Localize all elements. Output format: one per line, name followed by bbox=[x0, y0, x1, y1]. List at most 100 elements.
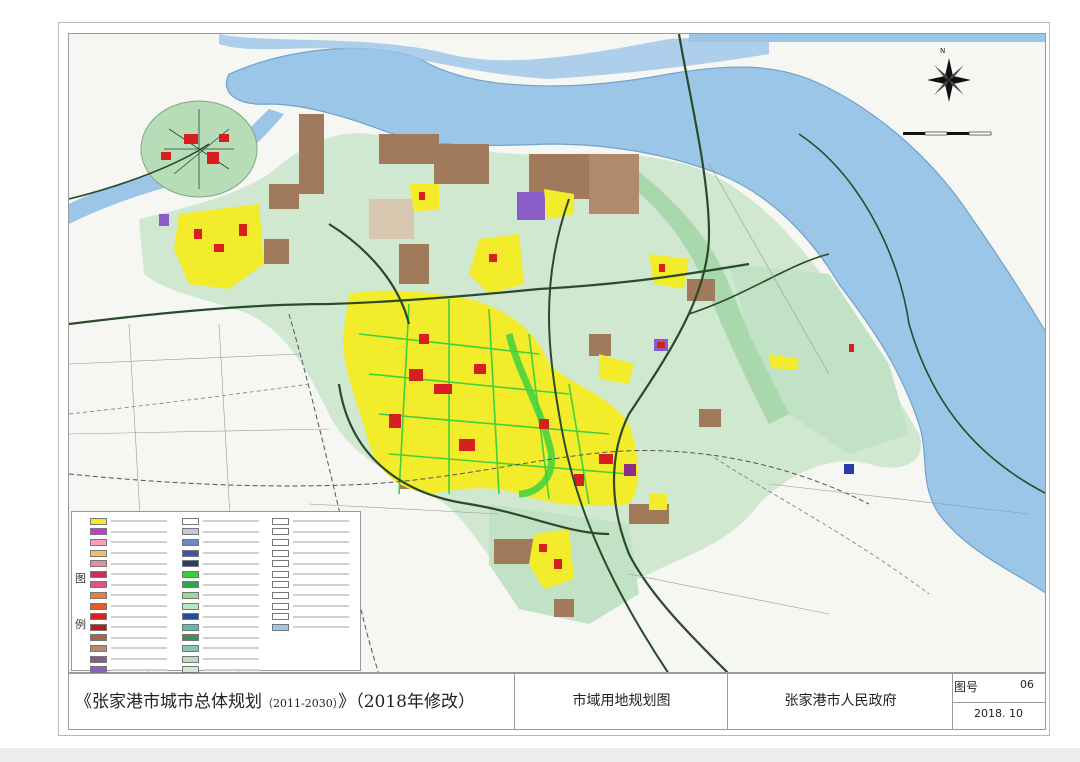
organization-name: 张家港市人民政府 bbox=[784, 693, 897, 709]
legend-swatch bbox=[272, 517, 289, 525]
legend-text-placeholder bbox=[203, 605, 259, 608]
legend-swatch bbox=[182, 623, 199, 631]
central-commercial bbox=[599, 454, 613, 464]
legend-swatch bbox=[272, 549, 289, 557]
island-red-block bbox=[219, 134, 229, 142]
legend-swatch bbox=[272, 623, 289, 631]
legend-item bbox=[272, 601, 349, 612]
legend-swatch bbox=[272, 528, 289, 536]
legend-column bbox=[272, 516, 349, 633]
legend-item bbox=[90, 601, 167, 612]
organization-cell: 张家港市人民政府 bbox=[728, 674, 953, 729]
legend-item bbox=[272, 548, 349, 559]
legend-swatch bbox=[182, 602, 199, 610]
legend-item bbox=[272, 590, 349, 601]
legend-text-placeholder bbox=[203, 520, 259, 523]
legend-text-placeholder bbox=[293, 626, 349, 629]
central-commercial bbox=[539, 419, 549, 429]
legend-column bbox=[90, 516, 167, 675]
legend-item bbox=[272, 558, 349, 569]
legend-item bbox=[272, 611, 349, 622]
legend-text-placeholder bbox=[111, 658, 167, 661]
legend-text-placeholder bbox=[203, 541, 259, 544]
legend-swatch bbox=[90, 570, 107, 578]
map-name: 市域用地规划图 bbox=[572, 693, 671, 709]
legend-text-placeholder bbox=[111, 552, 167, 555]
figure-number: 06 bbox=[1020, 678, 1034, 691]
legend-text-placeholder bbox=[203, 668, 259, 671]
legend-text-placeholder bbox=[203, 552, 259, 555]
legend-text-placeholder bbox=[293, 520, 349, 523]
legend-item bbox=[90, 622, 167, 633]
legend-item bbox=[182, 654, 259, 665]
island-red-block bbox=[161, 152, 171, 160]
legend-text-placeholder bbox=[293, 615, 349, 618]
legend-title: 图 例 bbox=[75, 572, 86, 631]
east-commercial bbox=[657, 342, 665, 348]
legend-text-placeholder bbox=[111, 668, 167, 671]
legend-text-placeholder bbox=[203, 647, 259, 650]
legend-text-placeholder bbox=[203, 562, 259, 565]
legend-text-placeholder bbox=[293, 552, 349, 555]
legend-text-placeholder bbox=[111, 626, 167, 629]
legend-item bbox=[90, 527, 167, 538]
legend-item bbox=[182, 601, 259, 612]
industrial-zone bbox=[589, 154, 639, 214]
legend-text-placeholder bbox=[293, 573, 349, 576]
legend-swatch bbox=[90, 602, 107, 610]
legend-text-placeholder bbox=[203, 573, 259, 576]
northeast-residential bbox=[649, 254, 689, 289]
legend-item bbox=[182, 633, 259, 644]
legend-item bbox=[182, 590, 259, 601]
legend-swatch bbox=[182, 528, 199, 536]
legend-item bbox=[90, 590, 167, 601]
south-commercial bbox=[554, 559, 562, 569]
legend-swatch bbox=[90, 528, 107, 536]
legend-text-placeholder bbox=[293, 594, 349, 597]
legend-swatch bbox=[90, 581, 107, 589]
industrial-zone bbox=[554, 599, 574, 617]
legend-swatch bbox=[272, 613, 289, 621]
industrial-zone bbox=[379, 134, 439, 164]
scale-bar-graphic bbox=[903, 131, 992, 136]
central-commercial bbox=[624, 464, 636, 476]
legend-swatch bbox=[90, 644, 107, 652]
industrial-zone-light bbox=[369, 199, 414, 239]
legend-item bbox=[90, 643, 167, 654]
map-legend: 图 例 bbox=[71, 511, 361, 674]
legend-item bbox=[182, 643, 259, 654]
legend-text-placeholder bbox=[293, 530, 349, 533]
legend-swatch bbox=[90, 591, 107, 599]
central-commercial bbox=[389, 414, 401, 428]
legend-swatch bbox=[272, 591, 289, 599]
legend-item bbox=[182, 537, 259, 548]
legend-text-placeholder bbox=[203, 583, 259, 586]
legend-item bbox=[90, 516, 167, 527]
legend-item bbox=[90, 580, 167, 591]
legend-item bbox=[90, 611, 167, 622]
legend-swatch bbox=[90, 634, 107, 642]
plan-title: 《张家港市城市总体规划（2011-2030）》（2018年修改） bbox=[75, 687, 475, 712]
far-east-commercial bbox=[849, 344, 854, 352]
legend-item bbox=[272, 527, 349, 538]
plan-date: 2018. 10 bbox=[974, 707, 1023, 720]
north-arrow-compass bbox=[921, 42, 981, 102]
legend-item bbox=[182, 622, 259, 633]
legend-swatch bbox=[90, 623, 107, 631]
legend-text-placeholder bbox=[293, 583, 349, 586]
blue-facility bbox=[844, 464, 854, 474]
scale-bar bbox=[899, 126, 999, 150]
legend-item bbox=[272, 622, 349, 633]
legend-swatch bbox=[272, 602, 289, 610]
island-red-block bbox=[184, 134, 198, 144]
legend-swatch bbox=[182, 570, 199, 578]
legend-item bbox=[272, 569, 349, 580]
purple-zone bbox=[517, 192, 545, 220]
west-commercial bbox=[214, 244, 224, 252]
legend-text-placeholder bbox=[111, 573, 167, 576]
island-red-block bbox=[207, 152, 219, 164]
legend-swatch bbox=[90, 613, 107, 621]
legend-text-placeholder bbox=[203, 594, 259, 597]
figure-label: 图号 bbox=[954, 680, 979, 694]
legend-swatch bbox=[182, 581, 199, 589]
